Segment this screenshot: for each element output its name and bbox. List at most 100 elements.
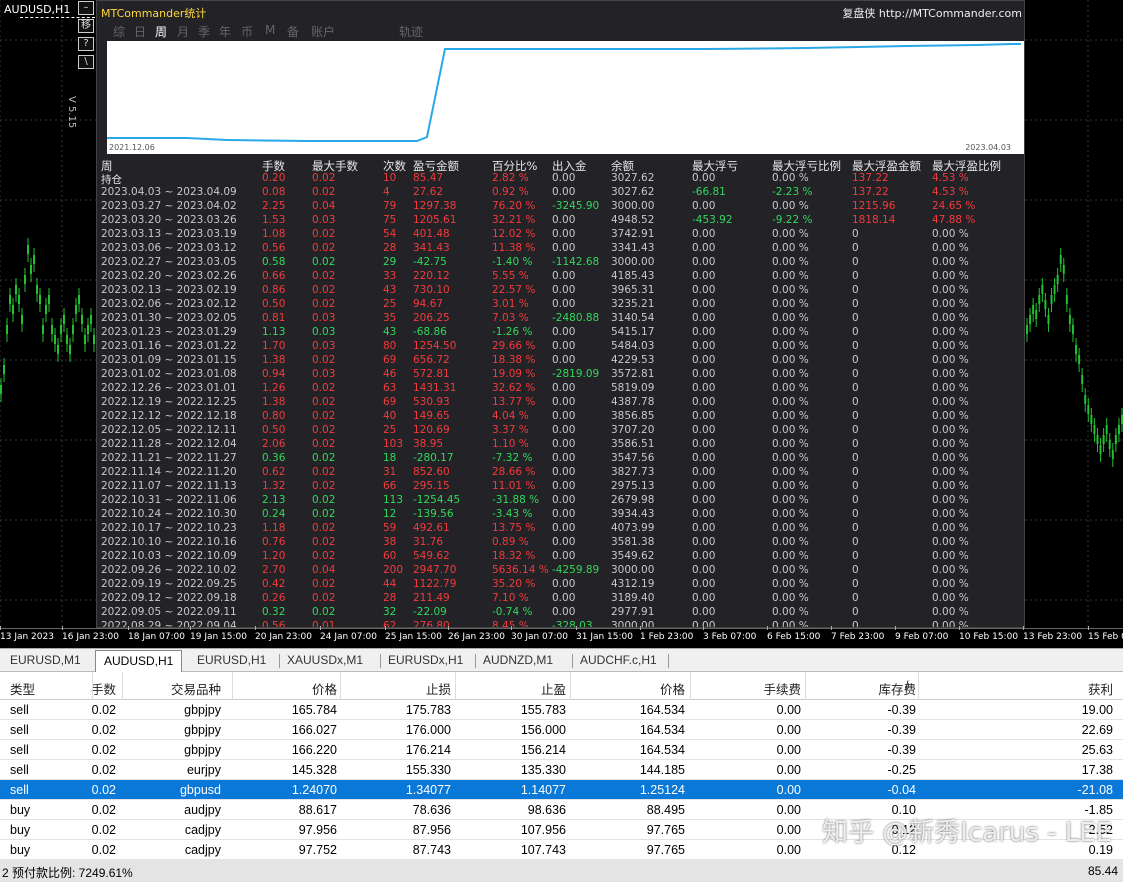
minimize-button[interactable]: – [78, 1, 94, 15]
trade-column-header[interactable]: 手续费 [763, 679, 801, 698]
stats-cell: 4948.52 [611, 214, 655, 226]
trade-column-header[interactable]: 类型 [10, 679, 35, 698]
stats-week-row[interactable]: 2022.09.05 ~ 2022.09.11 0.32 0.02 32 -22.09 -… [101, 606, 1024, 620]
chart-tab[interactable]: EURUSD,M1 [10, 653, 81, 667]
stats-cell: 0.00 % [772, 438, 809, 450]
help-button[interactable]: ? [78, 37, 94, 51]
stats-cell: 0.00 [692, 508, 716, 520]
stats-cell: 0.00 % [772, 242, 809, 254]
trade-cell: 25.63 [1081, 743, 1113, 757]
trade-column-header[interactable]: 价格 [660, 679, 685, 698]
panel-brand-link[interactable]: 复盘侠 http://MTCommander.com [842, 5, 1022, 21]
stats-week-row[interactable]: 2023.01.16 ~ 2023.01.22 1.70 0.03 80 1254.50… [101, 340, 1024, 354]
stats-week-row[interactable]: 2023.03.27 ~ 2023.04.02 2.25 0.04 79 1297.38… [101, 200, 1024, 214]
stats-cell: -2819.09 [552, 368, 600, 380]
trade-column-header[interactable]: 获利 [1088, 679, 1113, 698]
trade-cell: 87.956 [412, 823, 451, 837]
stats-week-row[interactable]: 2023.01.23 ~ 2023.01.29 1.13 0.03 43 -68.86 -… [101, 326, 1024, 340]
trade-row[interactable]: sell 0.02 gbpjpy 165.784 175.783 155.783 164.5… [0, 700, 1123, 720]
stats-week-row[interactable]: 2023.03.20 ~ 2023.03.26 1.53 0.03 75 1205.61… [101, 214, 1024, 228]
chart-tab[interactable]: EURUSD,H1 [197, 653, 266, 667]
time-axis-tick [1088, 626, 1089, 630]
stats-cell: -328.03 [552, 620, 593, 628]
stats-week-row[interactable]: 2023.01.09 ~ 2023.01.15 1.38 0.02 69 656.72 1… [101, 354, 1024, 368]
stats-cell: 85.47 [413, 172, 444, 184]
stats-cell: 31 [383, 466, 397, 478]
stats-week-row[interactable]: 2023.03.13 ~ 2023.03.19 1.08 0.02 54 401.48 1… [101, 228, 1024, 242]
equity-start-date: 2021.12.06 [109, 143, 155, 152]
stats-cell: 2977.91 [611, 606, 655, 618]
price-chart[interactable]: AUDUSD,H1 – 移 ? \ V 5.15 MTCommander统计 复… [0, 0, 1123, 648]
stats-week-row[interactable]: 2022.11.28 ~ 2022.12.04 2.06 0.02 103 38.95 1… [101, 438, 1024, 452]
stats-cell: 0 [852, 424, 859, 436]
chart-tab[interactable]: AUDCHF.c,H1 [580, 653, 657, 667]
trade-column-header[interactable]: 止损 [426, 679, 451, 698]
candle-body [1078, 355, 1081, 364]
stats-week-row[interactable]: 2023.01.30 ~ 2023.02.05 0.81 0.03 35 206.25 7… [101, 312, 1024, 326]
period-tab[interactable]: 轨迹 [399, 23, 423, 40]
trade-row[interactable]: sell 0.02 gbpjpy 166.027 176.000 156.000 164.5… [0, 720, 1123, 740]
period-tab[interactable]: 年 [219, 23, 231, 40]
stats-cell: 0.00 [692, 550, 716, 562]
stats-week-row[interactable]: 2022.12.05 ~ 2022.12.11 0.50 0.02 25 120.69 3… [101, 424, 1024, 438]
stats-week-row[interactable]: 2023.02.13 ~ 2023.02.19 0.86 0.02 43 730.10 2… [101, 284, 1024, 298]
stats-week-row[interactable]: 2023.03.06 ~ 2023.03.12 0.56 0.02 28 341.43 1… [101, 242, 1024, 256]
period-tab[interactable]: 季 [198, 23, 210, 40]
stats-week-row[interactable]: 2023.01.02 ~ 2023.01.08 0.94 0.03 46 572.81 1… [101, 368, 1024, 382]
stats-week-row[interactable]: 2023.02.27 ~ 2023.03.05 0.58 0.02 29 -42.75 -… [101, 256, 1024, 270]
period-tab[interactable]: M [265, 23, 275, 37]
stats-week-row[interactable]: 2022.08.29 ~ 2022.09.04 0.56 0.01 62 276.80 8… [101, 620, 1024, 628]
stats-week-row[interactable]: 2022.12.19 ~ 2022.12.25 1.38 0.02 69 530.93 1… [101, 396, 1024, 410]
candle-body [9, 295, 11, 304]
stats-cell: 0.80 [262, 410, 286, 422]
stats-week-row[interactable]: 2022.10.03 ~ 2022.10.09 1.20 0.02 60 549.62 1… [101, 550, 1024, 564]
stats-week-row[interactable]: 2022.10.10 ~ 2022.10.16 0.76 0.02 38 31.76 0.… [101, 536, 1024, 550]
trade-row[interactable]: sell 0.02 gbpjpy 166.220 176.214 156.214 164.5… [0, 740, 1123, 760]
move-button[interactable]: 移 [78, 19, 94, 33]
stats-week-row[interactable]: 2022.09.19 ~ 2022.09.25 0.42 0.02 44 1122.79… [101, 578, 1024, 592]
column-separator [690, 672, 691, 700]
stats-week-row[interactable]: 2022.11.07 ~ 2022.11.13 1.32 0.02 66 295.15 1… [101, 480, 1024, 494]
stats-week-row[interactable]: 2022.09.26 ~ 2022.10.02 2.70 0.04 200 2947.7… [101, 564, 1024, 578]
trade-column-header[interactable]: 手数 [91, 679, 116, 698]
trade-row[interactable]: sell 0.02 gbpusd 1.24070 1.34077 1.14077 1.251… [0, 780, 1123, 800]
stats-week-row[interactable]: 2022.10.17 ~ 2022.10.23 1.18 0.02 59 492.61 1… [101, 522, 1024, 536]
period-tab[interactable]: 日 [134, 23, 146, 40]
trade-cell: 87.743 [412, 843, 451, 857]
chart-tab[interactable]: XAUUSDx,M1 [287, 653, 363, 667]
period-tab[interactable]: 账户 [311, 23, 335, 40]
trade-column-header[interactable]: 价格 [312, 679, 337, 698]
stats-week-row[interactable]: 2022.10.24 ~ 2022.10.30 0.24 0.02 12 -139.56… [101, 508, 1024, 522]
period-tab[interactable]: 币 [241, 23, 253, 40]
column-separator [918, 672, 919, 700]
trade-column-header[interactable]: 交易品种 [171, 679, 221, 698]
chart-tab[interactable]: AUDNZD,M1 [483, 653, 553, 667]
stats-cell: 3189.40 [611, 592, 655, 604]
trade-column-header[interactable]: 库存费 [878, 679, 916, 698]
period-tab[interactable]: 周 [155, 23, 167, 40]
stats-cell: 0.36 [262, 452, 286, 464]
stats-week-row[interactable]: 2022.11.21 ~ 2022.11.27 0.36 0.02 18 -280.17… [101, 452, 1024, 466]
stats-week-row[interactable]: 2022.10.31 ~ 2022.11.06 2.13 0.02 113 -1254.… [101, 494, 1024, 508]
stats-cell: 2023.02.06 ~ 2023.02.12 [101, 298, 237, 310]
stats-cell: 2.25 [262, 200, 286, 212]
period-tab[interactable]: 综 [113, 23, 125, 40]
stats-week-row[interactable]: 2023.02.20 ~ 2023.02.26 0.66 0.02 33 220.12 5… [101, 270, 1024, 284]
period-tab[interactable]: 月 [177, 23, 189, 40]
trade-row[interactable]: sell 0.02 eurjpy 145.328 155.330 135.330 144.1… [0, 760, 1123, 780]
stats-week-row[interactable]: 2022.12.26 ~ 2023.01.01 1.26 0.02 63 1431.31… [101, 382, 1024, 396]
stats-cell: 0.08 [262, 186, 286, 198]
period-tab[interactable]: 备 [287, 23, 299, 40]
stats-week-row[interactable]: 2022.09.12 ~ 2022.09.18 0.26 0.02 28 211.49 7… [101, 592, 1024, 606]
chart-tab[interactable]: EURUSDx,H1 [388, 653, 463, 667]
chart-tab[interactable]: AUDUSD,H1 [95, 650, 183, 672]
resize-button[interactable]: \ [78, 55, 94, 69]
stats-week-row[interactable]: 2023.02.06 ~ 2023.02.12 0.50 0.02 25 94.67 3.… [101, 298, 1024, 312]
trade-cell: 0.00 [776, 723, 801, 737]
stats-cell: 1.53 [262, 214, 286, 226]
stats-week-row[interactable]: 2022.12.12 ~ 2022.12.18 0.80 0.02 40 149.65 4… [101, 410, 1024, 424]
stats-week-row[interactable]: 2023.04.03 ~ 2023.04.09 0.08 0.02 4 27.62 0.9… [101, 186, 1024, 200]
margin-level-label: 2 预付款比例: 7249.61% [2, 866, 133, 880]
trade-column-header[interactable]: 止盈 [541, 679, 566, 698]
stats-week-row[interactable]: 2022.11.14 ~ 2022.11.20 0.62 0.02 31 852.60 2… [101, 466, 1024, 480]
